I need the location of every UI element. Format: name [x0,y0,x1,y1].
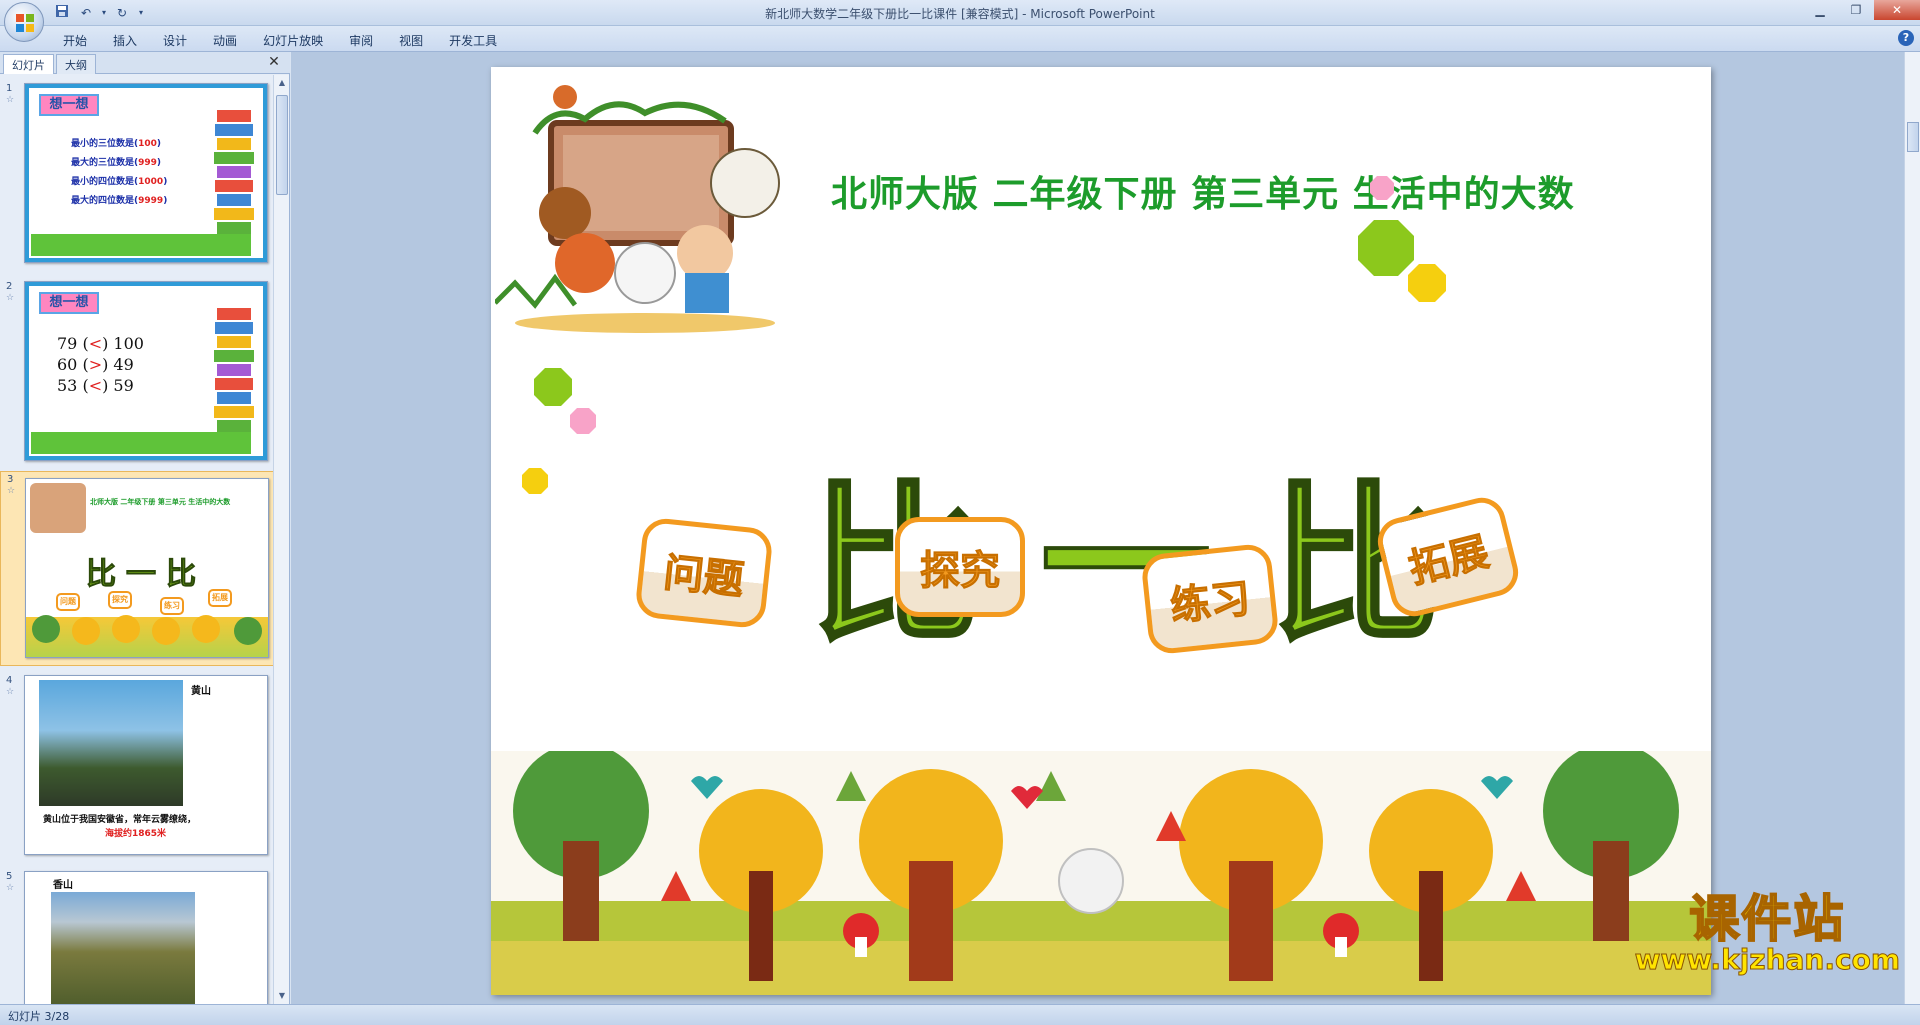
ribbon: 开始 插入 设计 动画 幻灯片放映 审阅 视图 开发工具 ? [0,26,1920,52]
current-slide[interactable]: 北师大版 二年级下册 第三单元 生活中的大数 比一比 问题 探究 练习 拓展 [491,67,1711,995]
pink-dot-small [570,408,596,434]
thumb-line-4: 最大的四位数是(9999) [71,196,168,206]
thumb-line-3: 最小的四位数是(1000) [71,177,168,187]
thumb-banner: 想一想 [39,94,99,116]
badge-explore[interactable]: 探究 [895,517,1025,617]
scroll-thumb[interactable] [276,95,288,195]
yellow-dot [1408,264,1446,302]
transition-icon: ☆ [6,293,15,303]
thumb-label-xiangshan: 香山 [53,880,73,891]
window-controls: ▁ ❐ ✕ [1802,0,1920,20]
tab-view[interactable]: 视图 [386,29,436,52]
thumb-cartoon-illustration [30,483,86,533]
main-scrollbar[interactable] [1904,52,1920,1004]
thumbnail-row-2[interactable]: 2 ☆ 想一想 79 (<) 100 60 (>) 49 53 (<) 59 [0,279,274,469]
thumbnail-row-1[interactable]: 1 ☆ 想一想 最小的三位数是(100) 最大的三位数是(999) 最小的四位数… [0,81,274,271]
slides-panel: 幻灯片 大纲 ✕ 1 ☆ 想一想 最小的三位数是(100) 最大的三位数是(99… [0,52,290,1004]
slide-thumbnail-list: 1 ☆ 想一想 最小的三位数是(100) 最大的三位数是(999) 最小的四位数… [0,75,274,1004]
window-title: 新北师大数学二年级下册比一比课件 [兼容模式] - Microsoft Powe… [765,7,1155,21]
scroll-down-icon[interactable]: ▼ [274,988,290,1004]
thumb-badge-1: 问题 [56,593,80,611]
thumb-compare-3: 53 (<) 59 [57,376,134,395]
thumb-caption: 黄山位于我国安徽省，常年云雾缭绕， [43,815,197,825]
thumbnail-row-3[interactable]: 3 ☆ 北师大版 二年级下册 第三单元 生活中的大数 比一比 问题 探究 练习 … [0,471,274,666]
thumb-badge-4: 拓展 [208,589,232,607]
help-icon[interactable]: ? [1898,30,1914,46]
badge-practice[interactable]: 练习 [1140,542,1280,656]
badge-question[interactable]: 问题 [634,516,774,630]
restore-button[interactable]: ❐ [1838,0,1874,20]
pink-dot [1370,176,1394,200]
xiangshan-photo [51,892,195,1004]
tab-review[interactable]: 审阅 [336,29,386,52]
thumb-label-huangshan: 黄山 [191,686,211,697]
thumb-trees-illustration [32,615,262,645]
panel-tabs: 幻灯片 大纲 ✕ [0,52,290,74]
thumb-compare-2: 60 (>) 49 [57,355,134,374]
book-stack-illustration [214,110,254,234]
thumb-badge-2: 探究 [108,591,132,609]
watermark-name: 课件站 [1688,889,1846,949]
panel-scrollbar[interactable]: ▲ ▼ [273,75,289,1004]
thumb-compare-1: 79 (<) 100 [57,334,144,353]
tab-developer[interactable]: 开发工具 [436,29,510,52]
office-logo-icon [16,14,34,32]
tab-design[interactable]: 设计 [150,29,200,52]
minimize-button[interactable]: ▁ [1802,0,1838,20]
tab-slideshow[interactable]: 幻灯片放映 [250,29,336,52]
site-watermark: 课件站 www.kjzhan.com [1634,879,1900,977]
transition-icon: ☆ [7,486,16,496]
thumb-caption-altitude: 海拔约1865米 [105,829,167,839]
book-stack-illustration [214,308,254,432]
slide-subtitle: 北师大版 二年级下册 第三单元 生活中的大数 [831,174,1575,215]
ribbon-tabs: 开始 插入 设计 动画 幻灯片放映 审阅 视图 开发工具 [50,29,510,52]
slide-number: 3 [7,474,14,485]
thumb-line-2: 最大的三位数是(999) [71,158,162,168]
cartoon-classroom-illustration [495,85,780,333]
slide-thumbnail-3[interactable]: 北师大版 二年级下册 第三单元 生活中的大数 比一比 问题 探究 练习 拓展 [25,478,269,658]
scroll-up-icon[interactable]: ▲ [274,75,290,91]
thumb-line-1: 最小的三位数是(100) [71,139,162,149]
tab-slides[interactable]: 幻灯片 [3,54,54,74]
panel-close-icon[interactable]: ✕ [266,54,282,70]
tab-outline[interactable]: 大纲 [56,54,96,74]
watermark-url: www.kjzhan.com [1634,943,1900,977]
slide-counter: 幻灯片 3/28 [8,1010,70,1023]
slide-number: 4 [6,675,13,686]
tab-home[interactable]: 开始 [50,29,100,52]
tab-animations[interactable]: 动画 [200,29,250,52]
thumb-slide-title: 北师大版 二年级下册 第三单元 生活中的大数 [90,498,231,506]
slide-thumbnail-2[interactable]: 想一想 79 (<) 100 60 (>) 49 53 (<) 59 [24,281,268,461]
status-bar: 幻灯片 3/28 [0,1004,1920,1025]
thumb-banner: 想一想 [39,292,99,314]
slide-number: 1 [6,83,13,94]
close-button[interactable]: ✕ [1874,0,1920,20]
transition-icon: ☆ [6,95,15,105]
yellow-dot-small [522,468,548,494]
transition-icon: ☆ [6,687,15,697]
transition-icon: ☆ [6,883,15,893]
thumb-big-title: 比一比 [86,557,206,593]
main-scroll-thumb[interactable] [1907,122,1919,152]
tab-insert[interactable]: 插入 [100,29,150,52]
slide-editing-area: 北师大版 二年级下册 第三单元 生活中的大数 比一比 问题 探究 练习 拓展 [291,52,1920,1004]
slide-number: 2 [6,281,13,292]
slide-thumbnail-5[interactable]: 香山 [24,871,268,1004]
title-bar: ↶ ▾ ↻ ▾ 新北师大数学二年级下册比一比课件 [兼容模式] - Micros… [0,0,1920,42]
slide-thumbnail-1[interactable]: 想一想 最小的三位数是(100) 最大的三位数是(999) 最小的四位数是(10… [24,83,268,263]
forest-illustration [491,751,1711,995]
office-button[interactable] [4,2,44,42]
thumbnail-row-4[interactable]: 4 ☆ 黄山 黄山位于我国安徽省，常年云雾缭绕， 海拔约1865米 [0,673,274,863]
slide-number: 5 [6,871,13,882]
slide-thumbnail-4[interactable]: 黄山 黄山位于我国安徽省，常年云雾缭绕， 海拔约1865米 [24,675,268,855]
huangshan-photo [39,680,183,806]
green-dot-small [534,368,572,406]
thumbnail-row-5[interactable]: 5 ☆ 香山 [0,869,274,1004]
